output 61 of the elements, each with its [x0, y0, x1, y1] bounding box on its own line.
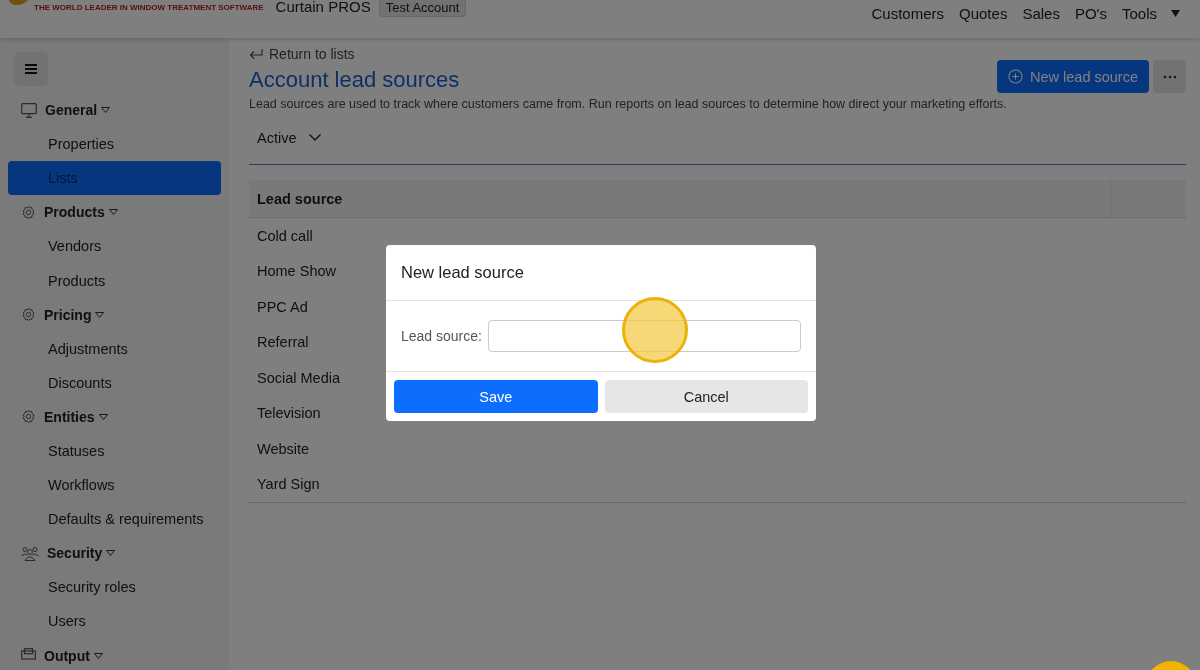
caret-icon	[108, 209, 118, 216]
table-cell: Yard Sign	[257, 476, 320, 493]
sidebar-item[interactable]: Workflows	[8, 468, 221, 503]
sidebar-group[interactable]: Output	[8, 638, 103, 670]
nav-link[interactable]: Customers	[871, 5, 944, 22]
save-button[interactable]: Save	[394, 380, 598, 413]
sidebar-item[interactable]: Properties	[8, 127, 221, 162]
sidebar-item[interactable]: Security roles	[8, 570, 221, 605]
sidebar-group[interactable]: Entities	[8, 399, 108, 434]
caret-icon	[101, 107, 111, 114]
status-filter-dropdown[interactable]: Active	[249, 129, 329, 146]
plus-circle-icon	[1008, 69, 1023, 84]
caret-icon	[98, 413, 108, 420]
return-link[interactable]: Return to lists	[249, 46, 355, 62]
account-badge: Test Account	[378, 0, 467, 17]
sidebar-item[interactable]: Vendors	[8, 229, 221, 264]
users-icon	[21, 545, 39, 561]
field-label: Lead source:	[401, 328, 482, 344]
table-cell: Cold call	[257, 227, 313, 244]
return-arrow-icon	[249, 48, 263, 60]
sidebar-group[interactable]: Pricing	[8, 297, 105, 332]
company-name: Curtain PROS	[275, 0, 371, 15]
nav-link[interactable]: Tools	[1121, 5, 1180, 22]
monitor-icon	[21, 102, 37, 118]
table-cell: Home Show	[257, 263, 336, 280]
page-description: Lead sources are used to track where customers came from. Run reports on lead sources to determine how direct your marketing efforts.	[249, 97, 1008, 111]
sidebar-group[interactable]: Security	[8, 536, 116, 571]
sidebar-item[interactable]: Statuses	[8, 433, 221, 469]
settings-icon	[21, 204, 36, 220]
table-cell: PPC Ad	[257, 298, 308, 315]
table-cell: Social Media	[257, 369, 340, 386]
caret-icon	[93, 652, 103, 659]
nav-link[interactable]: PO's	[1074, 5, 1107, 22]
menu-button[interactable]	[14, 52, 48, 86]
page-title: Account lead sources	[249, 66, 460, 93]
sidebar-item[interactable]: Defaults & requirements	[8, 502, 221, 537]
settings-icon	[21, 307, 36, 323]
table-cell: Website	[257, 440, 310, 457]
caret-icon	[106, 550, 116, 557]
nav-link[interactable]: Sales	[1022, 5, 1060, 22]
sidebar-group[interactable]: Products	[8, 195, 118, 230]
sidebar-item[interactable]: Adjustments	[8, 331, 221, 366]
more-options-button[interactable]	[1153, 60, 1186, 93]
nav-link[interactable]: Quotes	[959, 5, 1008, 22]
chevron-down-icon	[308, 134, 321, 141]
new-lead-source-button[interactable]: New lead source	[997, 60, 1149, 93]
more-icon	[1162, 74, 1177, 79]
settings-icon	[21, 409, 36, 425]
table-cell: Referral	[257, 334, 309, 351]
menu-icon	[25, 64, 37, 74]
caret-icon	[95, 311, 105, 318]
table-cell: Television	[257, 405, 321, 422]
column-header: Lead source	[256, 190, 344, 207]
dialog-title: New lead source	[401, 263, 524, 282]
sidebar-item[interactable]: Users	[8, 604, 221, 639]
logo-tagline: THE WORLD LEADER IN WINDOW TREATMENT SOFTWARE	[34, 3, 264, 13]
logo-icon	[8, 0, 30, 6]
cancel-button[interactable]: Cancel	[604, 380, 808, 413]
sidebar-group[interactable]: General	[8, 93, 111, 128]
sidebar-item[interactable]: Products	[8, 263, 221, 298]
sidebar-item[interactable]: Discounts	[8, 365, 221, 400]
